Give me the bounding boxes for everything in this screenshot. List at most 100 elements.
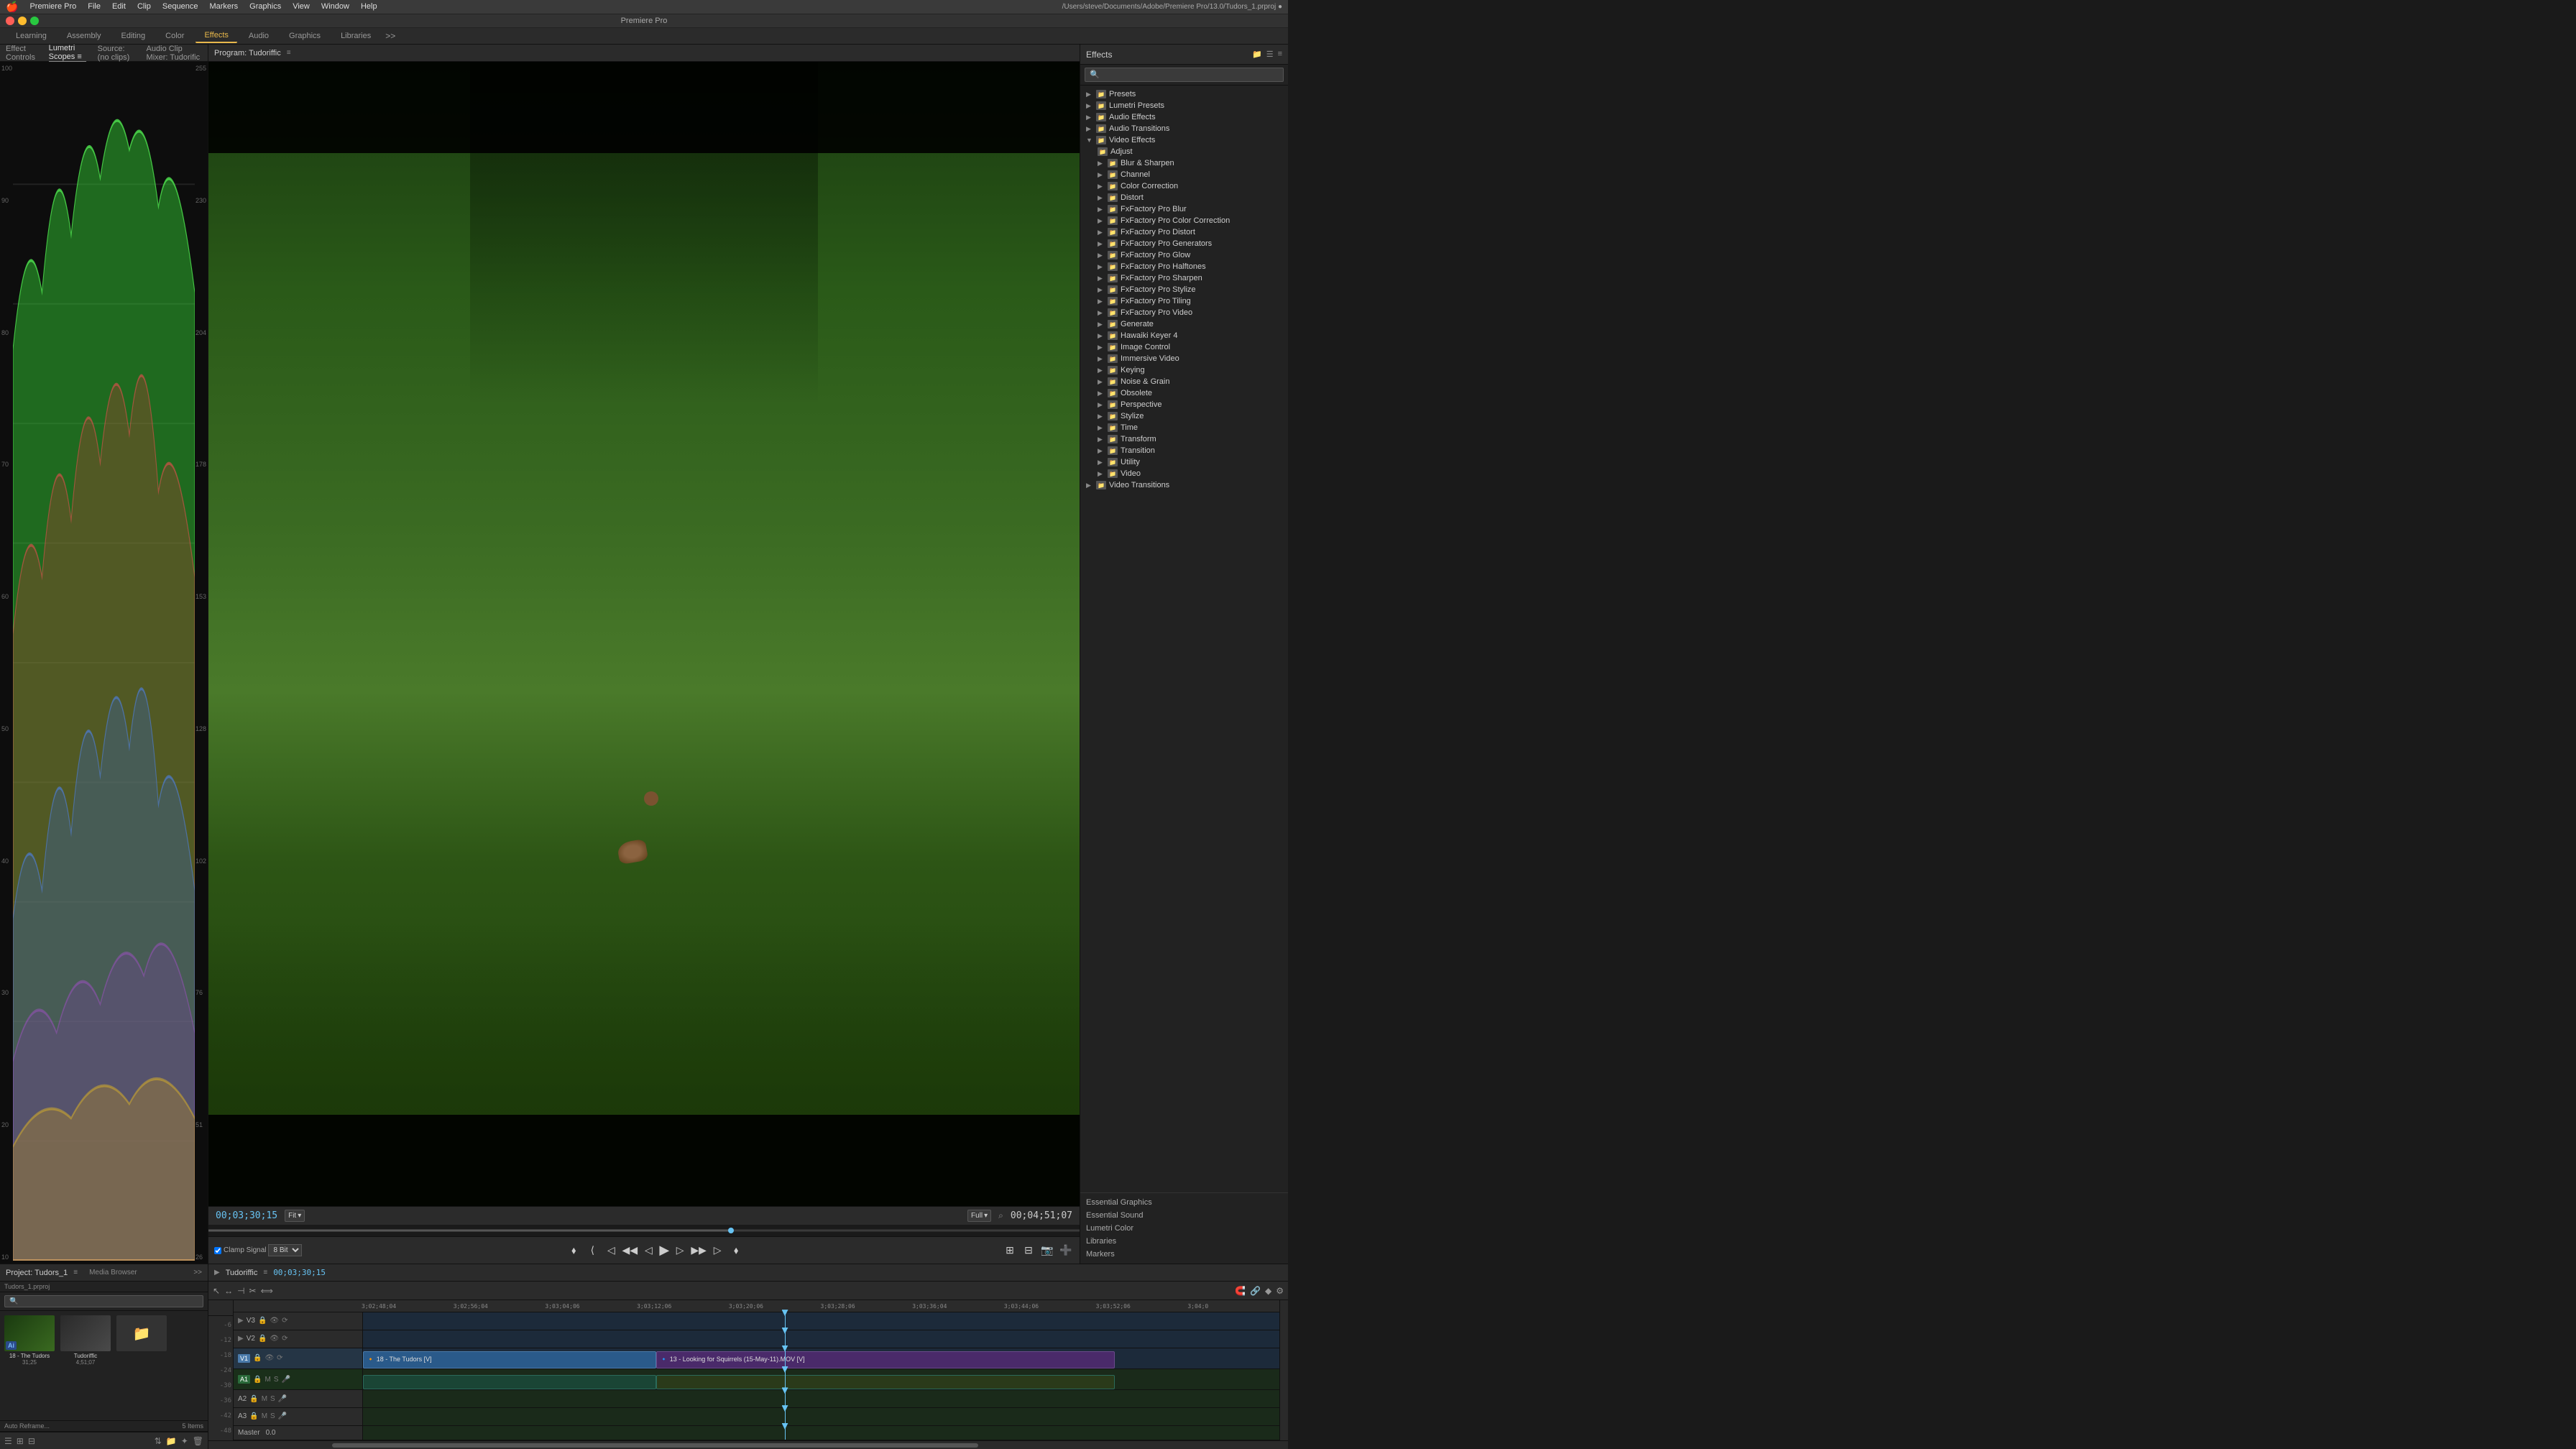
step-back-one-button[interactable]: ◁ (640, 1243, 656, 1259)
project-expand-icon[interactable]: >> (193, 1269, 202, 1276)
add-marker-button[interactable]: ◆ (1265, 1286, 1271, 1296)
tree-item-fxfactory-glow[interactable]: ▶ 📁 FxFactory Pro Glow (1080, 249, 1288, 261)
close-button[interactable] (6, 17, 14, 25)
clip-a1-tudors[interactable] (363, 1375, 656, 1389)
tree-item-audio-effects[interactable]: ▶ 📁 Audio Effects (1080, 111, 1288, 123)
insert-button[interactable]: ⊞ (1002, 1243, 1018, 1259)
freeform-view-button[interactable]: ⊟ (28, 1436, 35, 1446)
menu-help[interactable]: Help (361, 2, 377, 11)
snap-button[interactable]: 🧲 (1235, 1286, 1246, 1296)
v3-expand-btn[interactable]: ▶ (238, 1317, 244, 1325)
timeline-ruler[interactable]: 3;02;48;04 3;02;56;04 3;03;04;06 3;03;12… (234, 1300, 1279, 1312)
tree-item-video-effects[interactable]: ▼ 📁 Video Effects (1080, 134, 1288, 146)
step-forward-frame-button[interactable]: ▷ (709, 1243, 725, 1259)
markers-link[interactable]: Markers (1086, 1248, 1282, 1261)
v1-eye-btn[interactable]: 👁 (264, 1354, 274, 1362)
menu-markers[interactable]: Markers (209, 2, 238, 11)
essential-sound-link[interactable]: Essential Sound (1086, 1209, 1282, 1222)
clip-v1-squirrels[interactable]: 🔹 13 - Looking for Squirrels (15-May-11)… (656, 1351, 1115, 1368)
tree-item-fxfactory-distort[interactable]: ▶ 📁 FxFactory Pro Distort (1080, 226, 1288, 238)
tree-item-blur-sharpen[interactable]: ▶ 📁 Blur & Sharpen (1080, 157, 1288, 169)
tree-item-transition[interactable]: ▶ 📁 Transition (1080, 445, 1288, 456)
tree-item-utility[interactable]: ▶ 📁 Utility (1080, 456, 1288, 468)
tab-lumetri-scopes[interactable]: Lumetri Scopes ≡ (49, 44, 86, 63)
tab-effect-controls[interactable]: Effect Controls (6, 45, 37, 62)
menu-window[interactable]: Window (321, 2, 349, 11)
timeline-timecode[interactable]: 00;03;30;15 (273, 1268, 326, 1277)
link-button[interactable]: 🔗 (1250, 1286, 1261, 1296)
menu-edit[interactable]: Edit (112, 2, 126, 11)
maximize-button[interactable] (30, 17, 39, 25)
menu-sequence[interactable]: Sequence (162, 2, 198, 11)
tree-item-fxfactory-stylize[interactable]: ▶ 📁 FxFactory Pro Stylize (1080, 284, 1288, 295)
tree-item-presets[interactable]: ▶ 📁 Presets (1080, 88, 1288, 100)
clamp-signal-checkbox[interactable]: Clamp Signal (214, 1246, 266, 1254)
quality-dropdown[interactable]: Full ▾ (967, 1210, 991, 1222)
scrubber-thumb[interactable] (728, 1228, 734, 1233)
tree-item-audio-transitions[interactable]: ▶ 📁 Audio Transitions (1080, 123, 1288, 134)
track-select-tool[interactable]: ↔ (224, 1286, 233, 1296)
tree-item-fxfactory-tiling[interactable]: ▶ 📁 FxFactory Pro Tiling (1080, 295, 1288, 307)
menu-graphics[interactable]: Graphics (249, 2, 281, 11)
tab-graphics[interactable]: Graphics (280, 29, 329, 42)
tree-item-distort[interactable]: ▶ 📁 Distort (1080, 192, 1288, 203)
lumetri-color-link[interactable]: Lumetri Color (1086, 1222, 1282, 1235)
tab-effects[interactable]: Effects (196, 29, 236, 43)
tree-item-fxfactory-sharpen[interactable]: ▶ 📁 FxFactory Pro Sharpen (1080, 272, 1288, 284)
play-button[interactable]: ▶ (659, 1243, 669, 1258)
tree-item-keying[interactable]: ▶ 📁 Keying (1080, 364, 1288, 376)
menu-file[interactable]: File (88, 2, 101, 11)
v3-sync-btn[interactable]: ⟳ (282, 1317, 288, 1325)
add-button[interactable]: ➕ (1058, 1243, 1074, 1259)
timeline-hscrollbar[interactable] (208, 1440, 1288, 1449)
delete-button[interactable]: 🗑 (193, 1436, 203, 1446)
tab-learning[interactable]: Learning (7, 29, 55, 42)
project-thumb-tudoriffic[interactable] (60, 1315, 111, 1351)
tree-item-obsolete[interactable]: ▶ 📁 Obsolete (1080, 387, 1288, 399)
track-area-v2[interactable] (363, 1330, 1279, 1348)
tab-assembly[interactable]: Assembly (58, 29, 110, 42)
export-frame-button[interactable]: 📷 (1039, 1243, 1055, 1259)
a3-mic-btn[interactable]: 🎤 (278, 1412, 287, 1420)
step-back-frame-button[interactable]: ◁ (603, 1243, 619, 1259)
step-forward-button[interactable]: ▷ (672, 1243, 688, 1259)
razor-tool[interactable]: ✂ (249, 1286, 257, 1296)
project-thumb-empty[interactable]: 📁 (116, 1315, 167, 1351)
tab-libraries[interactable]: Libraries (332, 29, 380, 42)
libraries-link[interactable]: Libraries (1086, 1235, 1282, 1248)
tree-item-hawaiki-keyer[interactable]: ▶ 📁 Hawaiki Keyer 4 (1080, 330, 1288, 341)
tree-item-transform[interactable]: ▶ 📁 Transform (1080, 433, 1288, 445)
a1-lock-btn[interactable]: 🔒 (253, 1376, 262, 1384)
new-item-button[interactable]: ✦ (181, 1436, 188, 1446)
new-bin-button[interactable]: 📁 (166, 1436, 177, 1446)
effects-search-input[interactable] (1085, 68, 1284, 82)
track-area-a3[interactable] (363, 1408, 1279, 1425)
tree-item-video-transitions[interactable]: ▶ 📁 Video Transitions (1080, 479, 1288, 491)
tree-item-fxfactory-video[interactable]: ▶ 📁 FxFactory Pro Video (1080, 307, 1288, 318)
mark-in-button[interactable]: ⬧ (566, 1243, 581, 1259)
overwrite-button[interactable]: ⊟ (1021, 1243, 1036, 1259)
project-search-input[interactable] (4, 1295, 203, 1307)
program-menu-icon[interactable]: ≡ (287, 49, 291, 57)
effects-menu-icon[interactable]: ≡ (1278, 50, 1282, 59)
tree-item-fxfactory-generators[interactable]: ▶ 📁 FxFactory Pro Generators (1080, 238, 1288, 249)
tree-item-fxfactory-halftones[interactable]: ▶ 📁 FxFactory Pro Halftones (1080, 261, 1288, 272)
tree-item-time[interactable]: ▶ 📁 Time (1080, 422, 1288, 433)
a2-lock-btn[interactable]: 🔒 (249, 1395, 258, 1403)
more-workspaces[interactable]: >> (385, 31, 395, 41)
media-browser-tab[interactable]: Media Browser (89, 1269, 137, 1276)
tree-item-lumetri-presets[interactable]: ▶ 📁 Lumetri Presets (1080, 100, 1288, 111)
tree-item-channel[interactable]: ▶ 📁 Channel (1080, 169, 1288, 180)
project-item-empty[interactable]: 📁 (116, 1315, 167, 1416)
track-area-v3[interactable] (363, 1312, 1279, 1330)
effects-list-icon[interactable]: ☰ (1266, 50, 1274, 59)
bit-depth-select[interactable]: 8 Bit (268, 1244, 302, 1256)
essential-graphics-link[interactable]: Essential Graphics (1086, 1196, 1282, 1209)
tree-item-generate[interactable]: ▶ 📁 Generate (1080, 318, 1288, 330)
minimize-button[interactable] (18, 17, 27, 25)
a2-mute-btn[interactable]: M (262, 1395, 267, 1403)
hscrollbar-thumb[interactable] (332, 1443, 978, 1448)
track-area-a1[interactable] (363, 1369, 1279, 1389)
track-area-master[interactable] (363, 1426, 1279, 1440)
window-controls[interactable] (6, 17, 39, 25)
